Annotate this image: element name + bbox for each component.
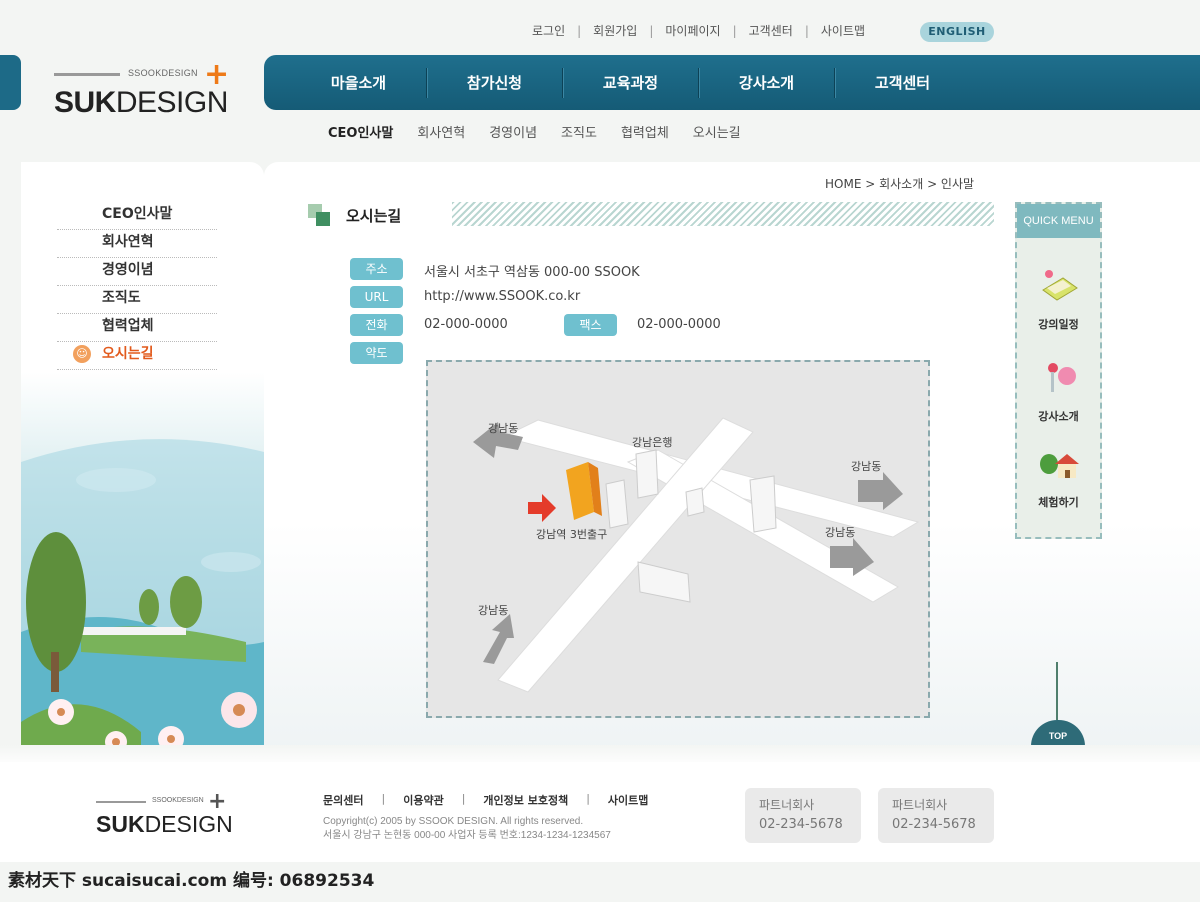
nav-courses[interactable]: 교육과정 <box>563 72 698 93</box>
map-label-bank: 강남은행 <box>632 436 673 449</box>
map-label-exit3: 강남역 3번출구 <box>536 528 608 541</box>
nav-instructors[interactable]: 강사소개 <box>699 72 834 93</box>
left-decor-tab <box>0 55 21 110</box>
copyright-text: Copyright(c) 2005 by SSOOK DESIGN. All r… <box>323 816 584 827</box>
separator: | <box>461 792 466 805</box>
footer-link-privacy[interactable]: 개인정보 보호정책 <box>483 792 568 808</box>
map-label-gangnam-se: 강남동 <box>825 526 856 539</box>
breadcrumb: HOME > 회사소개 > 인사말 <box>825 177 975 191</box>
sidebar-item-history[interactable]: 회사연혁 <box>57 230 217 258</box>
active-marker-icon: ☺ <box>73 345 91 363</box>
map-label: 약도 <box>350 342 403 364</box>
partner-label: 파트너회사 <box>892 798 948 812</box>
sidebar-item-partners[interactable]: 협력업체 <box>57 314 217 342</box>
url-label: URL <box>350 286 403 308</box>
partner-box: 파트너회사 02-234-5678 <box>745 788 861 843</box>
logo-line <box>54 73 120 76</box>
footer-logo[interactable]: SSOOKDESIGN + SUKDESIGN <box>96 791 236 845</box>
subnav-philosophy[interactable]: 경영이념 <box>489 122 537 141</box>
phone-value: 02-000-0000 <box>424 317 508 332</box>
sidebar: CEO인사말 회사연혁 경영이념 조직도 협력업체 ☺ 오시는길 <box>21 162 264 762</box>
url-value[interactable]: http://www.SSOOK.co.kr <box>424 289 580 304</box>
schedule-book-icon <box>1042 270 1078 301</box>
sub-nav: CEO인사말 회사연혁 경영이념 조직도 협력업체 오시는길 <box>328 122 765 141</box>
footer-link-sitemap[interactable]: 사이트맵 <box>608 792 648 808</box>
footer-links: 문의센터 | 이용약관 | 개인정보 보호정책 | 사이트맵 <box>323 792 648 808</box>
footer-plus-icon: + <box>208 789 227 814</box>
company-address: 서울시 강남구 논현동 000-00 사업자 등록 번호:1234-1234-1… <box>323 830 611 841</box>
signup-link[interactable]: 회원가입 <box>581 22 649 39</box>
english-button[interactable]: ENGLISH <box>920 22 994 42</box>
sidebar-item-organization[interactable]: 조직도 <box>57 286 217 314</box>
quick-item-instructors[interactable]: 강사소개 <box>1017 408 1100 424</box>
house-icon <box>1040 454 1079 478</box>
map-label-gangnam-nw: 강남동 <box>488 422 519 435</box>
footer-logo-brand-bold: SUK <box>96 811 145 837</box>
map-label-gangnam-e: 강남동 <box>851 460 882 473</box>
phone-label: 전화 <box>350 314 403 336</box>
instructor-pin-icon <box>1048 363 1076 392</box>
nav-village-intro[interactable]: 마을소개 <box>291 72 426 93</box>
partner-phone: 02-234-5678 <box>892 817 976 832</box>
sitemap-link[interactable]: 사이트맵 <box>809 22 877 39</box>
separator: | <box>381 792 386 805</box>
page-title: 오시는길 <box>346 206 402 225</box>
customer-center-link[interactable]: 고객센터 <box>737 22 805 39</box>
quick-item-schedule[interactable]: 강의일정 <box>1017 316 1100 332</box>
sidebar-item-label: 오시는길 <box>102 346 154 362</box>
logo[interactable]: SSOOKDESIGN + SUKDESIGN <box>54 60 234 126</box>
section-title: 오시는길 <box>308 204 401 226</box>
quick-item-experience[interactable]: 체험하기 <box>1017 494 1100 510</box>
subnav-organization[interactable]: 조직도 <box>561 122 597 141</box>
footer-link-inquiry[interactable]: 문의센터 <box>323 792 363 808</box>
footer-logo-line <box>96 801 146 803</box>
utility-nav: 로그인 | 회원가입 | 마이페이지 | 고객센터 | 사이트맵 <box>520 22 877 39</box>
subnav-directions[interactable]: 오시는길 <box>693 122 741 141</box>
logo-brand-rest: DESIGN <box>115 86 229 119</box>
partner-box: 파트너회사 02-234-5678 <box>878 788 994 843</box>
footer-link-terms[interactable]: 이용약관 <box>403 792 443 808</box>
quick-menu: QUICK MENU 강의일정 강사소개 체험하기 <box>1015 202 1102 539</box>
footer-logo-brand-rest: DESIGN <box>144 811 233 837</box>
login-link[interactable]: 로그인 <box>520 22 577 39</box>
fax-label: 팩스 <box>564 314 617 336</box>
partner-phone: 02-234-5678 <box>759 817 843 832</box>
footer-logo-small: SSOOKDESIGN <box>152 797 204 804</box>
nav-apply[interactable]: 참가신청 <box>427 72 562 93</box>
sidebar-item-philosophy[interactable]: 경영이념 <box>57 258 217 286</box>
subnav-ceo[interactable]: CEO인사말 <box>328 122 393 141</box>
nav-customer-center[interactable]: 고객센터 <box>835 72 970 93</box>
watermark-text: 素材天下 sucaisucai.com 编号: 06892534 <box>8 871 375 891</box>
location-map: 강남동 강남은행 강남동 강남역 3번출구 강남동 강남동 <box>426 360 930 718</box>
quick-menu-title: QUICK MENU <box>1017 204 1100 238</box>
logo-small-text: SSOOKDESIGN <box>128 68 198 78</box>
sidebar-item-directions[interactable]: ☺ 오시는길 <box>57 342 217 370</box>
title-square-icon <box>308 204 330 226</box>
address-label: 주소 <box>350 258 403 280</box>
title-hatch-decoration <box>452 202 994 226</box>
logo-brand-bold: SUK <box>54 86 116 119</box>
main-nav: 마을소개 참가신청 교육과정 강사소개 고객센터 <box>264 55 1200 110</box>
subnav-partners[interactable]: 협력업체 <box>621 122 669 141</box>
footer-logo-brand: SUKDESIGN <box>96 811 233 838</box>
sidebar-item-ceo[interactable]: CEO인사말 <box>57 202 217 230</box>
logo-brand: SUKDESIGN <box>54 86 228 120</box>
mypage-link[interactable]: 마이페이지 <box>653 22 732 39</box>
top-button-stem <box>1056 662 1058 720</box>
subnav-history[interactable]: 회사연혁 <box>417 122 465 141</box>
fax-value: 02-000-0000 <box>637 317 721 332</box>
sidebar-menu: CEO인사말 회사연혁 경영이념 조직도 협력업체 ☺ 오시는길 <box>57 202 217 370</box>
partner-label: 파트너회사 <box>759 798 815 812</box>
address-value: 서울시 서초구 역삼동 000-00 SSOOK <box>424 265 640 280</box>
separator: | <box>586 792 590 805</box>
footer-copyright: Copyright(c) 2005 by SSOOK DESIGN. All r… <box>323 815 611 843</box>
map-label-gangnam-sw: 강남동 <box>478 604 509 617</box>
